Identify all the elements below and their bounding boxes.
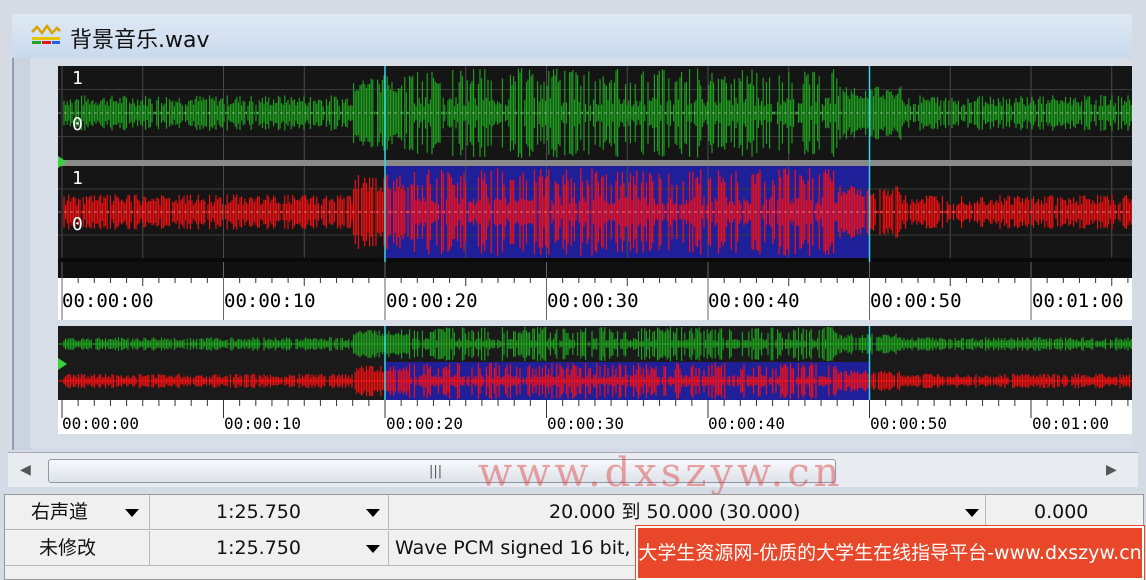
channel-divider xyxy=(58,160,1132,166)
channel-selector[interactable]: 右声道 xyxy=(5,495,150,530)
modified-state: 未修改 xyxy=(5,531,150,566)
chevron-down-icon[interactable] xyxy=(366,545,380,553)
overview-ruler-label: 00:01:00 xyxy=(1032,414,1110,433)
waveform-icon xyxy=(31,24,61,44)
ruler-label: 00:00:20 xyxy=(386,290,478,312)
document-title: 背景音乐.wav xyxy=(70,28,210,53)
channel-2-zero-label: 0 xyxy=(72,214,83,235)
overview-canvas[interactable] xyxy=(58,326,1132,400)
overview-ruler-label: 00:00:30 xyxy=(547,414,625,433)
ruler-label: 00:01:00 xyxy=(1032,290,1124,312)
length-field[interactable]: 1:25.750 xyxy=(150,495,389,530)
channel-selector-value: 右声道 xyxy=(31,501,89,523)
format-value: Wave PCM signed 16 bit, xyxy=(395,537,631,559)
channel-1-zero-label: 0 xyxy=(72,114,83,135)
overview-ruler-label: 00:00:00 xyxy=(62,414,140,433)
ruler-label: 00:00:50 xyxy=(870,290,962,312)
overview-ruler-label: 00:00:50 xyxy=(870,414,948,433)
channel-1-level-label: 1 xyxy=(72,68,83,89)
scroll-left-arrow-icon[interactable]: ◀ xyxy=(20,462,31,478)
ruler-band xyxy=(58,262,1132,278)
overview-ruler-label: 00:00:20 xyxy=(386,414,464,433)
ruler-label: 00:00:30 xyxy=(547,290,639,312)
modified-state-value: 未修改 xyxy=(39,537,97,559)
document-title-bar: 背景音乐.wav xyxy=(12,14,1132,58)
cursor-value: 0.000 xyxy=(1034,501,1089,523)
grip-icon: ||| xyxy=(429,464,443,479)
promo-banner: 大学生资源网-优质的大学生在线指导平台-www.dxszyw.cn xyxy=(636,526,1144,580)
ruler-label: 00:00:40 xyxy=(708,290,800,312)
ruler-label: 00:00:10 xyxy=(224,290,316,312)
overview-ruler-label: 00:00:10 xyxy=(224,414,302,433)
chevron-down-icon[interactable] xyxy=(125,509,139,517)
scroll-right-arrow-icon[interactable]: ▶ xyxy=(1106,462,1117,478)
editor-window: 背景音乐.wav 1 0 1 0 00:00:00 00:00:10 00:00… xyxy=(0,0,1146,580)
overview-waveform[interactable] xyxy=(58,326,1132,400)
selection-range-value: 20.000 到 50.000 (30.000) xyxy=(549,501,801,523)
cursor-value-field: 0.000 xyxy=(986,495,1143,530)
waveform-canvas[interactable] xyxy=(58,66,1132,262)
waveform-view[interactable] xyxy=(58,66,1132,262)
channel-2-level-label: 1 xyxy=(72,168,83,189)
watermark-text: www.dxszyw.cn xyxy=(478,450,844,496)
length-field-2[interactable]: 1:25.750 xyxy=(150,531,389,566)
editor-left-frame xyxy=(12,58,32,450)
ruler-label: 00:00:00 xyxy=(62,290,154,312)
overview-ruler-label: 00:00:40 xyxy=(708,414,786,433)
length-value-2: 1:25.750 xyxy=(216,537,301,559)
chevron-down-icon[interactable] xyxy=(965,509,979,517)
selection-range-field[interactable]: 20.000 到 50.000 (30.000) xyxy=(389,495,986,530)
length-value: 1:25.750 xyxy=(216,501,301,523)
chevron-down-icon[interactable] xyxy=(366,509,380,517)
